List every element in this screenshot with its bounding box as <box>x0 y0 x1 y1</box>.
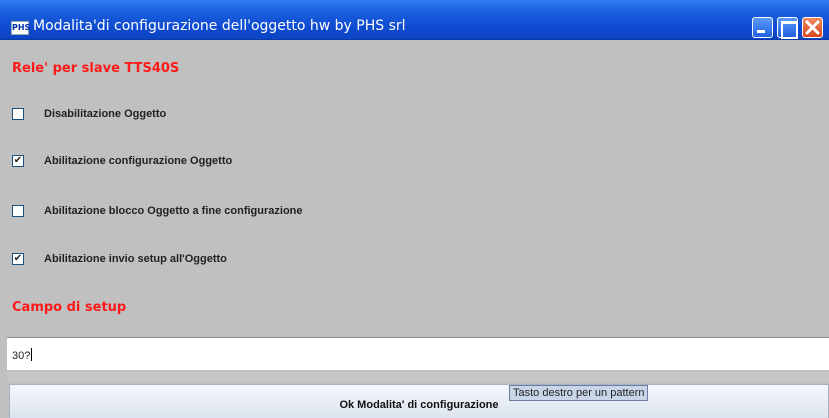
option-label: Abilitazione configurazione Oggetto <box>44 155 233 167</box>
ok-config-button-label: Ok Modalita' di configurazione <box>339 399 499 411</box>
setup-input[interactable]: 30? <box>7 337 829 370</box>
window-title: Modalita'di configurazione dell'oggetto … <box>33 18 406 34</box>
title-bar[interactable]: PHS Modalita'di configurazione dell'ogge… <box>0 0 829 40</box>
option-label: Abilitazione blocco Oggetto a fine confi… <box>44 205 303 217</box>
tooltip: Tasto destro per un pattern <box>509 385 649 401</box>
setup-input-value: 30? <box>12 348 33 362</box>
close-button[interactable] <box>802 17 823 38</box>
checkbox[interactable] <box>12 205 24 217</box>
ok-config-button[interactable]: Ok Modalita' di configurazione <box>9 384 829 418</box>
option-label: Abilitazione invio setup all'Oggetto <box>44 253 227 265</box>
checkbox[interactable]: ✔ <box>12 253 24 265</box>
relay-section-title: Rele' per slave TTS40S <box>12 61 180 76</box>
text-caret <box>31 348 33 361</box>
setup-section-title: Campo di setup <box>12 300 127 315</box>
maximize-button[interactable] <box>777 17 798 39</box>
minimize-button[interactable] <box>752 17 773 38</box>
checkbox[interactable] <box>12 108 24 120</box>
option-label: Disabilitazione Oggetto <box>44 108 167 120</box>
close-icon <box>805 20 820 35</box>
checkbox[interactable]: ✔ <box>12 155 24 167</box>
separator <box>7 372 829 382</box>
app-icon: PHS <box>11 21 30 35</box>
